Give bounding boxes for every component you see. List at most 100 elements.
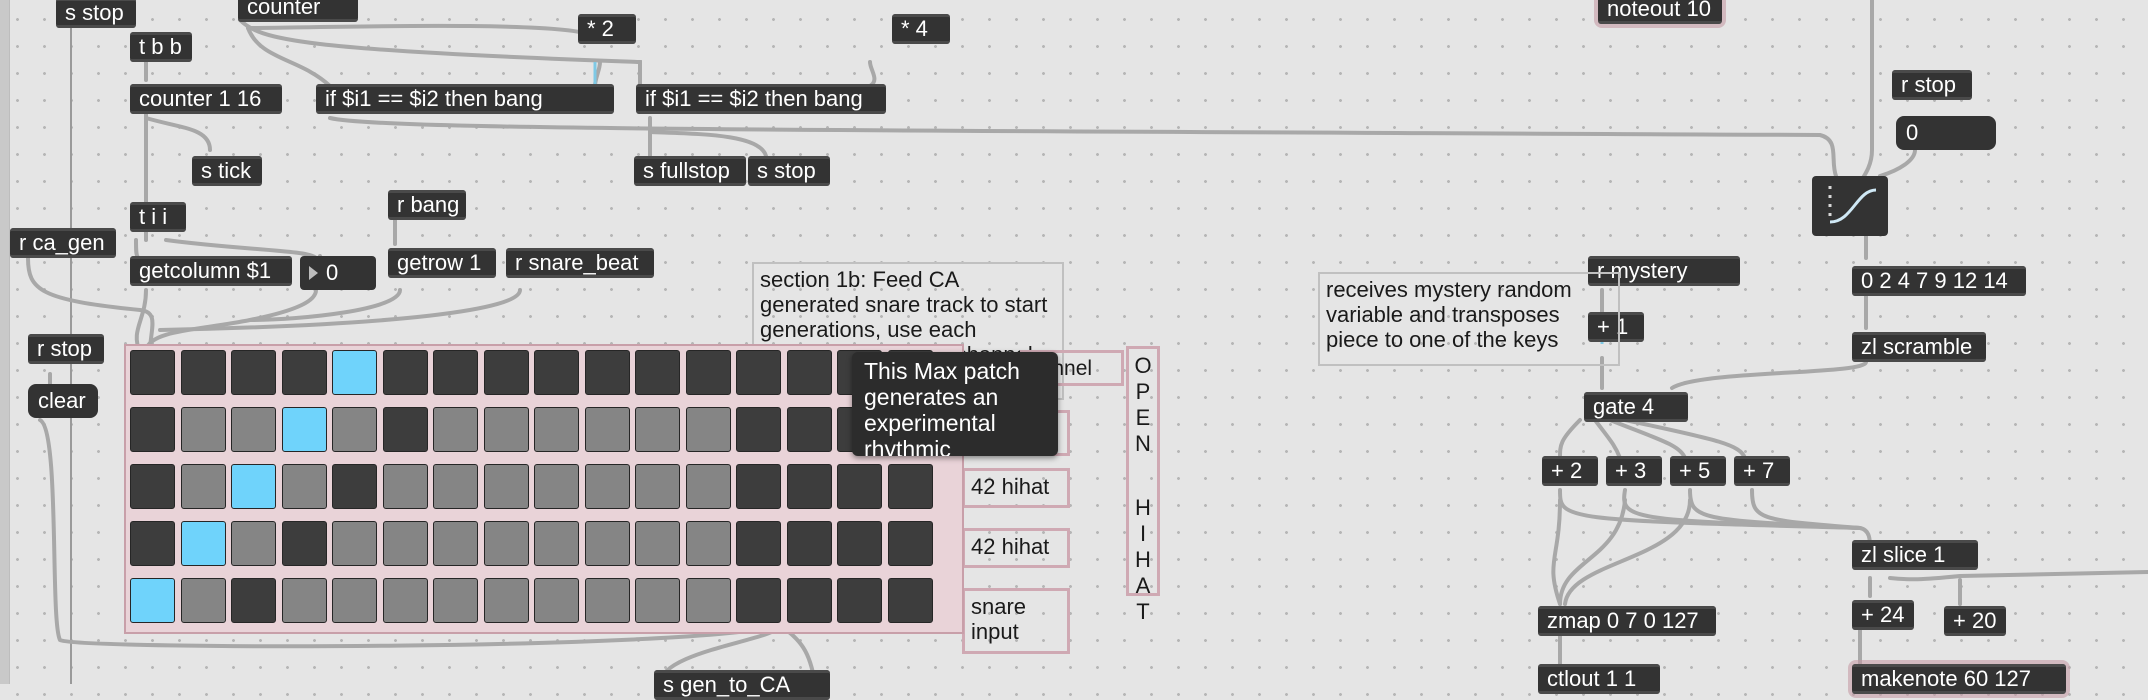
grid-cell[interactable] bbox=[736, 464, 781, 509]
zl-slice-object[interactable]: zl slice 1 bbox=[1852, 540, 1978, 570]
grid-cell[interactable] bbox=[433, 350, 478, 395]
r-stop-object-left[interactable]: r stop bbox=[28, 334, 104, 364]
r-snare-beat-object[interactable]: r snare_beat bbox=[506, 248, 654, 278]
grid-cell[interactable] bbox=[736, 578, 781, 623]
grid-cell[interactable] bbox=[231, 521, 276, 566]
column-number-box[interactable]: 0 bbox=[300, 256, 376, 290]
grid-cell[interactable] bbox=[685, 464, 731, 509]
grid-cell[interactable] bbox=[382, 407, 428, 452]
grid-cell[interactable] bbox=[534, 521, 579, 566]
grid-cell[interactable] bbox=[887, 464, 933, 509]
grid-cell[interactable] bbox=[332, 350, 377, 395]
grid-cell[interactable] bbox=[534, 350, 579, 395]
zmap-object[interactable]: zmap 0 7 0 127 bbox=[1538, 606, 1716, 636]
grid-cell[interactable] bbox=[231, 350, 276, 395]
grid-cell[interactable] bbox=[130, 521, 175, 566]
send-to-ca-object[interactable]: s gen_to_CA bbox=[654, 670, 830, 700]
plus-3-object[interactable]: + 3 bbox=[1606, 456, 1662, 486]
grid-cell[interactable] bbox=[332, 521, 377, 566]
grid-cell[interactable] bbox=[130, 407, 175, 452]
grid-cell[interactable] bbox=[433, 521, 478, 566]
grid-cell[interactable] bbox=[534, 578, 579, 623]
grid-cell[interactable] bbox=[483, 407, 529, 452]
plus-2-object[interactable]: + 2 bbox=[1542, 456, 1598, 486]
grid-cell[interactable] bbox=[786, 407, 832, 452]
counter-1-16-object[interactable]: counter 1 16 bbox=[130, 84, 282, 114]
r-stop-object-right[interactable]: r stop bbox=[1892, 70, 1972, 100]
grid-cell[interactable] bbox=[685, 350, 731, 395]
grid-cell[interactable] bbox=[231, 407, 276, 452]
grid-cell[interactable] bbox=[887, 521, 933, 566]
grid-cell[interactable] bbox=[584, 350, 630, 395]
grid-cell[interactable] bbox=[483, 521, 529, 566]
noteout-object[interactable]: noteout 10 bbox=[1598, 0, 1722, 24]
zl-scramble-object[interactable]: zl scramble bbox=[1852, 332, 1986, 362]
grid-cell[interactable] bbox=[786, 350, 832, 395]
r-bang-object[interactable]: r bang bbox=[388, 190, 466, 220]
grid-cell[interactable] bbox=[332, 578, 377, 623]
grid-cell[interactable] bbox=[382, 350, 428, 395]
scale-list-object[interactable]: 0 2 4 7 9 12 14 bbox=[1852, 266, 2026, 296]
grid-cell[interactable] bbox=[382, 521, 428, 566]
grid-cell[interactable] bbox=[433, 464, 478, 509]
grid-cell[interactable] bbox=[130, 578, 175, 623]
ctlout-object[interactable]: ctlout 1 1 bbox=[1538, 664, 1660, 694]
s-tick-object[interactable]: s tick bbox=[192, 156, 262, 186]
grid-cell[interactable] bbox=[786, 578, 832, 623]
grid-cell[interactable] bbox=[534, 407, 579, 452]
if-bang-object-1[interactable]: if $i1 == $i2 then bang bbox=[316, 84, 614, 114]
plus-7-object[interactable]: + 7 bbox=[1734, 456, 1790, 486]
grid-cell[interactable] bbox=[180, 350, 226, 395]
makenote-object[interactable]: makenote 60 127 bbox=[1852, 664, 2066, 694]
grid-cell[interactable] bbox=[433, 407, 478, 452]
gate-4-object[interactable]: gate 4 bbox=[1584, 392, 1688, 422]
grid-cell[interactable] bbox=[635, 578, 680, 623]
grid-cell[interactable] bbox=[786, 521, 832, 566]
getrow-object[interactable]: getrow 1 bbox=[388, 248, 496, 278]
grid-cell[interactable] bbox=[837, 578, 882, 623]
multiply-2-object[interactable]: * 2 bbox=[578, 14, 636, 44]
grid-cell[interactable] bbox=[736, 521, 781, 566]
grid-cell[interactable] bbox=[736, 407, 781, 452]
grid-cell[interactable] bbox=[130, 350, 175, 395]
plus-20-object[interactable]: + 20 bbox=[1944, 606, 2006, 636]
grid-cell[interactable] bbox=[685, 521, 731, 566]
grid-cell[interactable] bbox=[332, 407, 377, 452]
grid-cell[interactable] bbox=[635, 350, 680, 395]
grid-cell[interactable] bbox=[281, 350, 327, 395]
grid-cell[interactable] bbox=[281, 407, 327, 452]
getcolumn-object[interactable]: getcolumn $1 bbox=[130, 256, 292, 286]
grid-cell[interactable] bbox=[635, 464, 680, 509]
grid-cell[interactable] bbox=[635, 521, 680, 566]
multiply-4-object[interactable]: * 4 bbox=[892, 14, 950, 44]
grid-cell[interactable] bbox=[180, 521, 226, 566]
grid-cell[interactable] bbox=[433, 578, 478, 623]
clear-message[interactable]: clear bbox=[28, 384, 98, 418]
s-stop-object-mid[interactable]: s stop bbox=[748, 156, 830, 186]
r-ca-gen-object[interactable]: r ca_gen bbox=[10, 228, 116, 258]
grid-cell[interactable] bbox=[786, 464, 832, 509]
stop-number-box[interactable]: 0 bbox=[1896, 116, 1996, 150]
grid-cell[interactable] bbox=[584, 407, 630, 452]
grid-cell[interactable] bbox=[332, 464, 377, 509]
grid-cell[interactable] bbox=[736, 350, 781, 395]
grid-cell[interactable] bbox=[382, 578, 428, 623]
grid-cell[interactable] bbox=[130, 464, 175, 509]
grid-cell[interactable] bbox=[281, 464, 327, 509]
grid-cell[interactable] bbox=[685, 407, 731, 452]
grid-cell[interactable] bbox=[180, 407, 226, 452]
grid-cell[interactable] bbox=[483, 350, 529, 395]
plus-5-object[interactable]: + 5 bbox=[1670, 456, 1726, 486]
s-stop-object[interactable]: s stop bbox=[56, 0, 136, 28]
grid-cell[interactable] bbox=[837, 464, 882, 509]
grid-cell[interactable] bbox=[584, 464, 630, 509]
grid-cell[interactable] bbox=[281, 578, 327, 623]
grid-cell[interactable] bbox=[180, 578, 226, 623]
plus-24-object[interactable]: + 24 bbox=[1852, 600, 1914, 630]
if-bang-object-2[interactable]: if $i1 == $i2 then bang bbox=[636, 84, 886, 114]
trigger-ii-object[interactable]: t i i bbox=[130, 202, 186, 232]
grid-cell[interactable] bbox=[584, 578, 630, 623]
grid-cell[interactable] bbox=[231, 578, 276, 623]
grid-cell[interactable] bbox=[180, 464, 226, 509]
grid-cell[interactable] bbox=[382, 464, 428, 509]
